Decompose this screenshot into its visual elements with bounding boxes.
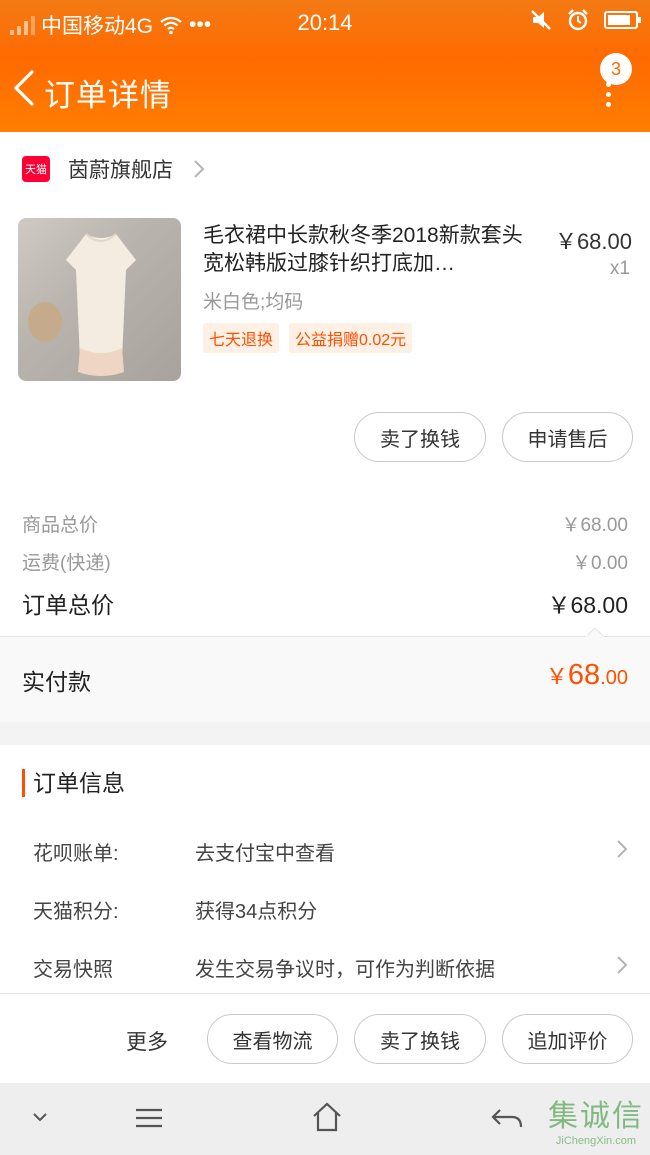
chevron-down-icon[interactable] (32, 1111, 48, 1123)
goods-total-row: 商品总价 ￥68.00 (22, 510, 628, 537)
order-info-section: 订单信息 花呗账单: 去支付宝中查看 天猫积分: 获得34点积分 交易快照 发生… (0, 745, 650, 993)
product-quantity: x1 (609, 258, 630, 279)
watermark-url: JiChengXin.com (555, 1135, 636, 1147)
shipping-row: 运费(快递) ￥0.00 (22, 548, 628, 575)
tmall-badge: 天猫 (22, 156, 50, 182)
info-value: 发生交易争议时，可作为判断依据 (195, 959, 495, 981)
order-total-value: ￥68.00 (547, 592, 628, 618)
watermark-logo: 集诚信 (548, 1100, 644, 1133)
goods-total-value: ￥68.00 (561, 515, 628, 536)
menu-icon[interactable] (134, 1107, 164, 1129)
after-sale-button[interactable]: 申请售后 (502, 412, 633, 462)
order-total-label: 订单总价 (22, 592, 114, 618)
shop-header[interactable]: 天猫 茵蔚旗舰店 (22, 154, 205, 184)
product-sku: 米白色;均码 (203, 292, 304, 313)
message-count-badge[interactable]: 3 (600, 53, 632, 85)
paid-row: 实付款 ￥68.00 (0, 637, 650, 722)
info-key: 交易快照 (33, 959, 113, 981)
info-value: 获得34点积分 (195, 901, 318, 923)
chevron-right-icon (194, 160, 205, 178)
sell-button-footer[interactable]: 卖了换钱 (354, 1014, 486, 1064)
sell-button[interactable]: 卖了换钱 (354, 412, 486, 462)
tag-donation: 公益捐赠0.02元 (289, 323, 413, 353)
page-title: 订单详情 (44, 78, 172, 113)
chevron-right-icon (617, 840, 628, 858)
back-icon[interactable] (490, 1107, 524, 1131)
product-title[interactable]: 毛衣裙中长款秋冬季2018新款套头宽松韩版过膝针织打底加… (203, 222, 531, 278)
action-bar: 更多 查看物流 卖了换钱 追加评价 (0, 993, 650, 1083)
chevron-right-icon (617, 956, 628, 974)
order-info-title: 订单信息 (22, 769, 125, 797)
paid-currency: ￥ (545, 664, 568, 689)
home-icon[interactable] (310, 1101, 344, 1133)
alarm-icon (568, 9, 588, 31)
info-value: 去支付宝中查看 (195, 843, 335, 865)
dress-illustration (66, 233, 136, 376)
shipping-label: 运费(快递) (22, 553, 111, 574)
product-price: ￥68.00 (554, 229, 632, 254)
nav-bar: 订单详情 (0, 48, 650, 132)
product-tags: 七天退换 公益捐赠0.02元 (203, 323, 413, 353)
info-key: 花呗账单: (33, 843, 119, 865)
status-bar: 中国移动4G ••• 20:14 (0, 0, 650, 48)
order-total-row: 订单总价 ￥68.00 (22, 586, 628, 620)
add-review-button[interactable]: 追加评价 (502, 1014, 633, 1064)
paid-amount: ￥68.00 (546, 659, 628, 692)
shop-name[interactable]: 茵蔚旗舰店 (68, 154, 173, 184)
more-menu-icon[interactable] (606, 82, 612, 112)
status-right (530, 8, 641, 32)
mute-icon (531, 10, 551, 30)
paid-decimal: .00 (600, 667, 628, 689)
shipping-value: ￥0.00 (572, 553, 628, 574)
view-logistics-button[interactable]: 查看物流 (207, 1014, 338, 1064)
info-key: 天猫积分: (33, 901, 119, 923)
app-header: 中国移动4G ••• 20:14 订单详情 3 (0, 0, 650, 132)
order-card: 天猫 茵蔚旗舰店 毛衣裙中长款秋冬季2018新款套头宽松韩版过膝针织打底加… ￥… (0, 132, 650, 722)
goods-total-label: 商品总价 (22, 515, 99, 536)
system-nav-bar: 集诚信 JiChengXin.com (0, 1083, 650, 1155)
paid-label: 实付款 (22, 669, 91, 695)
triangle-notch-icon (586, 627, 604, 637)
back-arrow-icon[interactable] (8, 66, 44, 110)
tag-return: 七天退换 (203, 323, 280, 353)
battery-icon (604, 11, 641, 29)
more-link[interactable]: 更多 (126, 1026, 168, 1056)
product-thumbnail[interactable] (18, 218, 181, 381)
paid-integer: 68 (567, 659, 601, 691)
